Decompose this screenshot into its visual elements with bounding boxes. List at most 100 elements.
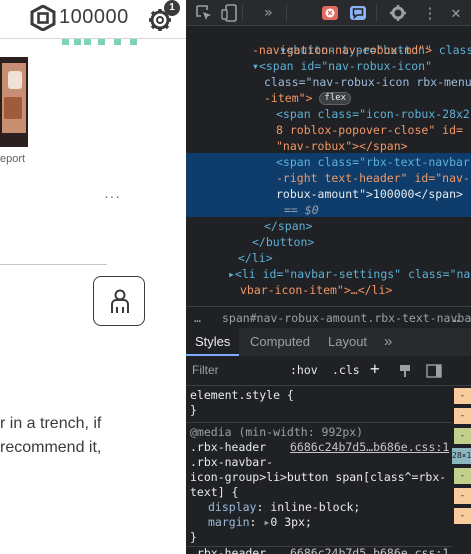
robux-amount[interactable]: 100000 [59,6,129,29]
media-query: @media (min-width: 992px) [190,425,363,440]
more-tabs-icon[interactable]: » [264,3,284,23]
flex-badge[interactable]: flex [319,92,352,105]
toggle-sidebar-icon[interactable] [426,364,442,378]
dom-line: == $0 [284,202,319,218]
dom-line: "nav-robux"></span> [276,138,408,154]
close-devtools-icon[interactable]: ✕ [446,3,466,23]
dom-line: vbar-icon-item">…</li> [240,282,392,298]
tab-styles[interactable]: Styles [186,328,240,356]
dom-line-text: ▸<li id="navbar-settings" class="na [228,267,471,281]
rule-selector[interactable]: icon-group>li>button span[class^=rbx- [190,470,446,485]
styles-tabbar: Styles Computed Layout » [186,328,471,356]
dom-line: 8 roblox-popover-close" id= [276,122,463,138]
cls-toggle[interactable]: .cls [332,363,360,377]
dom-line-text: </span> [264,219,313,233]
rule-selector[interactable]: .rbx-header [190,440,266,455]
tab-layout[interactable]: Layout [328,328,367,356]
breadcrumb-more-left[interactable]: … [194,307,201,329]
dom-line: robux-amount">100000</span> [276,186,463,202]
rule-text: icon-group>li>button span[class^=rbx- [190,470,447,484]
tab-more-icon[interactable]: » [384,328,392,356]
report-link[interactable]: eport [0,153,25,165]
dom-line-text: ▾<span id="nav-robux-icon" [252,59,433,73]
dom-line-text: </li> [238,251,273,265]
rule-text: element.style { [190,388,294,402]
more-options-icon[interactable]: ··· [104,189,121,203]
dollar-zero-marker: == $0 [284,203,319,217]
dom-line-text: robux-amount">100000</span> [276,187,463,201]
review-text: r in a trench, if recommend it, [0,412,186,460]
dom-line-text: 8 roblox-popover-close" id= [276,123,463,137]
rule-text: 6686c24b7d5…b686e.css:1 [290,546,450,554]
dom-line: </button> [252,234,314,250]
rule-close: } [190,403,197,418]
inspect-element-icon[interactable] [194,3,214,23]
avatar-button[interactable] [93,276,145,326]
box-model-size: 28×1 [452,448,471,464]
tab-computed[interactable]: Computed [250,328,310,356]
css-declaration-display[interactable]: display: inline-block; [208,500,360,515]
settings-icon[interactable] [388,3,408,23]
dom-node-icon-span[interactable]: <span class="icon-robux-28x2 [276,106,470,122]
dom-line: class="nav-robux-icon rbx-menu [264,74,471,90]
devtools-toolbar: » ⋮ ✕ [186,0,471,26]
css-value: 0 3px; [270,515,312,529]
device-toolbar-icon[interactable] [220,3,240,23]
review-line: r in a trench, if [0,415,102,432]
breadcrumb-current[interactable]: span#nav-robux-amount.rbx-text-navba [222,307,471,329]
rule-selector[interactable]: .rbx-header [190,546,266,554]
rule-text: } [190,530,197,544]
errors-icon[interactable] [320,3,340,23]
rule-close: } [190,530,197,545]
elements-tree: ▾<button type="button" class="btn -navig… [186,26,471,306]
section-divider [0,264,107,265]
css-declaration-margin[interactable]: margin: ▸0 3px; [208,515,312,530]
notification-badge: 1 [164,0,180,16]
new-rule-icon[interactable]: + [370,359,380,378]
dom-line: </span> [264,218,312,234]
element-state-icon[interactable] [398,364,412,378]
robux-icon[interactable] [30,5,56,31]
inspect-highlight-marker [62,38,142,46]
styles-filter-bar: :hov .cls + [186,356,471,386]
avatar-icon [111,289,129,313]
dom-breadcrumb: … span#nav-robux-amount.rbx-text-navba … [186,306,471,328]
rule-text: .rbx-header [190,546,267,554]
rule-source-link[interactable]: 6686c24b7d5…b686e.css:1 [290,440,449,455]
rule-text: .rbx-header [190,440,267,454]
rule-selector[interactable]: .rbx-navbar- [190,455,273,470]
dom-line-text: class="nav-robux-icon rbx-menu [264,75,471,89]
styles-rules: element.style { } @media (min-width: 992… [186,386,452,554]
customize-devtools-icon[interactable]: ⋮ [420,3,440,23]
rule-selector[interactable]: text] { [190,485,238,500]
rule-text: text] { [190,485,239,499]
box-model-preview: - - - 28×1 - - - [452,386,471,554]
web-page: 100000 1 eport ··· r in a trench, if rec… [0,0,186,554]
devtools-panel: » ⋮ ✕ ▾<button type="button" class="btn … [186,0,471,554]
dom-line-text: -right text-header" id="nav- [276,171,470,185]
dom-line-text: <span class="rbx-text-navbar [276,155,470,169]
messages-icon[interactable] [348,3,368,23]
dom-line: -item"> flex [264,90,352,106]
dom-node-span[interactable]: ▾<span id="nav-robux-icon" [252,58,432,74]
roblox-header: 100000 1 [0,0,186,45]
dom-node-li-settings[interactable]: ▸<li id="navbar-settings" class="na [228,266,470,282]
dom-node-selected[interactable]: <span class="rbx-text-navbar [276,154,470,170]
game-thumbnail[interactable] [0,57,28,147]
dom-line-text: </button> [252,235,315,249]
dom-line-text: vbar-icon-item">…</li> [240,283,393,297]
rule-text: 6686c24b7d5…b686e.css:1 [290,440,450,454]
dom-line: -right text-header" id="nav- [276,170,470,186]
styles-filter-input[interactable] [192,363,284,377]
element-style-selector[interactable]: element.style { [190,388,294,403]
hov-toggle[interactable]: :hov [290,363,318,377]
rule-text: } [190,403,197,417]
dom-line-text: -navigation-nav-robux-md"> [252,43,433,57]
rule-text: .rbx-navbar- [190,455,274,469]
dom-line: </li> [238,250,273,266]
header-divider [0,38,186,39]
breadcrumb-more-right[interactable]: … [452,307,459,329]
rule-source-link[interactable]: 6686c24b7d5…b686e.css:1 [290,546,449,554]
review-line: recommend it, [0,439,102,456]
css-value: inline-block; [270,500,361,514]
